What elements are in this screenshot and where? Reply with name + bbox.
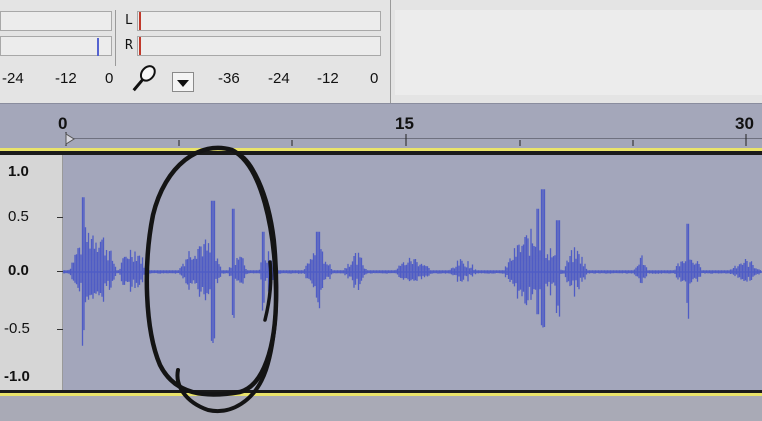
record-meter-right-bar[interactable] xyxy=(137,36,381,56)
empty-toolbar-area xyxy=(395,10,762,95)
record-meter-dropdown[interactable] xyxy=(172,72,194,92)
meter-divider xyxy=(115,10,116,66)
playback-scale-tick: -24 xyxy=(2,70,24,87)
record-meter-left-label: L xyxy=(125,13,133,28)
amplitude-label: -0.5 xyxy=(4,320,30,337)
amplitude-label: -1.0 xyxy=(4,368,30,385)
record-scale-tick: -24 xyxy=(268,70,290,87)
waveform-path xyxy=(62,189,762,346)
record-scale-tick: -12 xyxy=(317,70,339,87)
toolbar-right-divider xyxy=(390,0,391,103)
empty-track-area xyxy=(0,396,762,421)
play-start-marker xyxy=(65,133,75,145)
meter-toolbar: L R -24 -12 0 -36 -24 -12 0 xyxy=(0,0,762,103)
timeline-ruler[interactable]: 0 15 30 xyxy=(0,103,762,148)
record-meter-right-marker xyxy=(139,37,141,55)
amplitude-label: 0.0 xyxy=(8,262,29,279)
record-meter-left-bar[interactable] xyxy=(137,11,381,31)
ruler-ticks xyxy=(65,132,747,146)
playback-scale-tick: 0 xyxy=(105,70,114,87)
microphone-icon xyxy=(132,65,156,92)
audio-waveform xyxy=(62,189,762,346)
record-meter-button[interactable] xyxy=(130,64,176,96)
playback-meter-right-bar[interactable] xyxy=(0,36,112,56)
record-scale-tick: 0 xyxy=(370,70,379,87)
record-meter-right-label: R xyxy=(125,38,133,53)
amplitude-label: 0.5 xyxy=(8,208,29,225)
playback-meter-left-bar[interactable] xyxy=(0,11,112,31)
triangle-down-icon xyxy=(177,80,189,87)
amplitude-label: 1.0 xyxy=(8,163,29,180)
playback-peak-indicator xyxy=(97,38,99,56)
record-meter-left-marker xyxy=(139,12,141,30)
playback-scale-tick: -12 xyxy=(55,70,77,87)
record-scale-tick: -36 xyxy=(218,70,240,87)
waveform-area[interactable] xyxy=(62,155,762,390)
amplitude-scale[interactable]: 1.0 0.5 0.0 -0.5 -1.0 xyxy=(0,155,63,390)
